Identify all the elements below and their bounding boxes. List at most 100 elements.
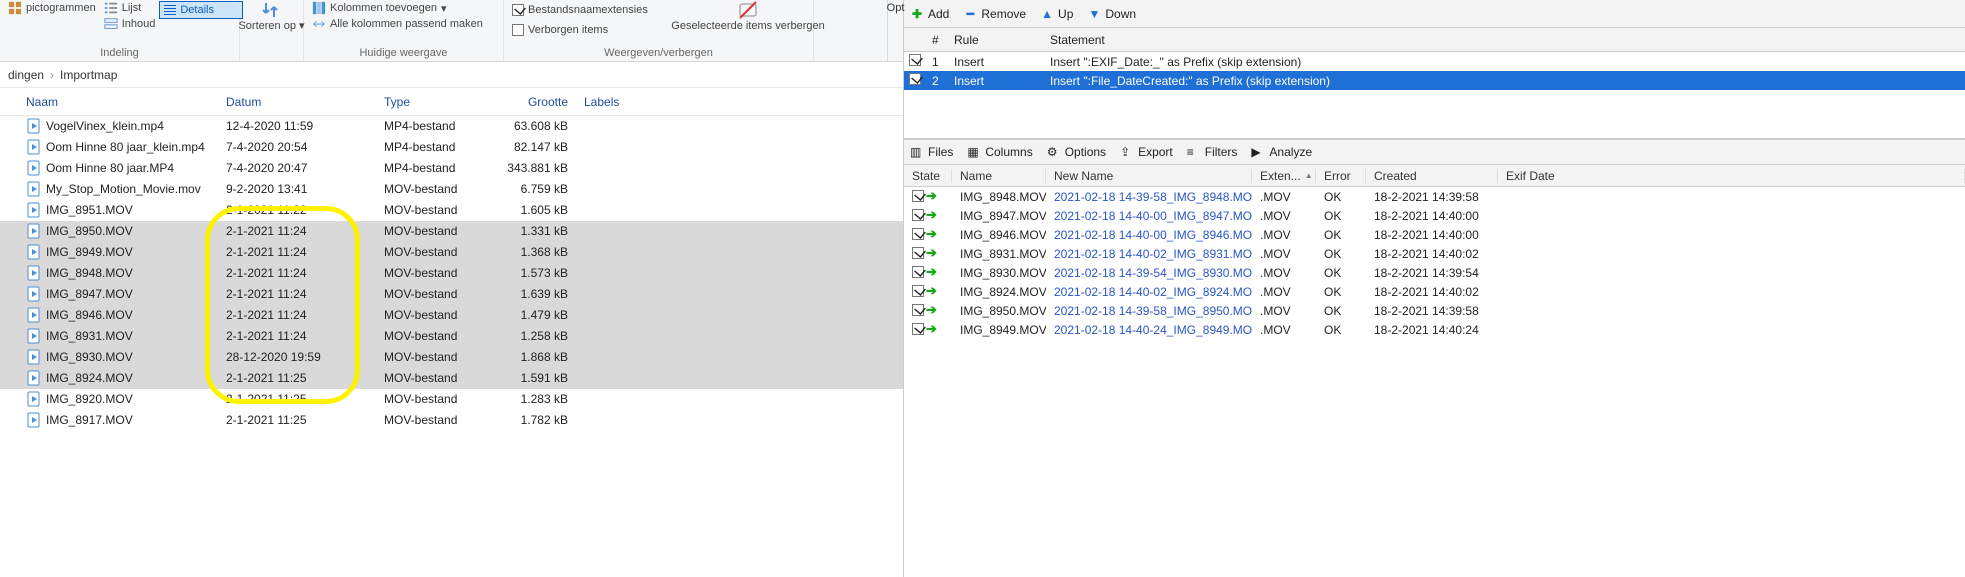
col-state[interactable]: State [904, 169, 952, 183]
file-date: 2-1-2021 11:25 [218, 392, 376, 406]
breadcrumb-item[interactable]: dingen [8, 68, 44, 82]
checkbox-icon[interactable] [912, 209, 924, 221]
col-ext[interactable]: Exten...▲ [1252, 169, 1316, 183]
file-type: MOV-bestand [376, 182, 496, 196]
col-rname[interactable]: Name [952, 169, 1046, 183]
up-button[interactable]: ▲Up [1040, 7, 1073, 21]
result-row[interactable]: ➔IMG_8948.MOV2021-02-18 14-39-58_IMG_894… [904, 187, 1965, 206]
table-row[interactable]: IMG_8931.MOV2-1-2021 11:24MOV-bestand1.2… [0, 326, 903, 347]
checkbox-icon[interactable] [912, 285, 924, 297]
result-row[interactable]: ➔IMG_8946.MOV2021-02-18 14-40-00_IMG_894… [904, 225, 1965, 244]
col-exif[interactable]: Exif Date [1498, 169, 1965, 183]
arrow-up-icon: ▲ [1040, 7, 1054, 21]
ribbon-pictogrammen[interactable]: pictogrammen [4, 0, 100, 16]
table-row[interactable]: IMG_8920.MOV2-1-2021 11:25MOV-bestand1.2… [0, 389, 903, 410]
checkbox-icon [512, 24, 524, 36]
rules-col-num[interactable]: # [926, 33, 954, 47]
ribbon-check-extensions[interactable]: Bestandsnaamextensies [508, 2, 688, 18]
result-row[interactable]: ➔IMG_8947.MOV2021-02-18 14-40-00_IMG_894… [904, 206, 1965, 225]
tab-analyze[interactable]: ▶Analyze [1251, 145, 1312, 159]
table-row[interactable]: IMG_8949.MOV2-1-2021 11:24MOV-bestand1.3… [0, 242, 903, 263]
file-name: IMG_8946.MOV [46, 308, 133, 322]
ribbon-fit-columns[interactable]: Alle kolommen passend maken [308, 16, 499, 32]
table-row[interactable]: IMG_8947.MOV2-1-2021 11:24MOV-bestand1.6… [0, 284, 903, 305]
fit-icon [312, 17, 326, 31]
file-type: MOV-bestand [376, 413, 496, 427]
rules-col-stmt[interactable]: Statement [1050, 33, 1965, 47]
breadcrumb-item[interactable]: Importmap [60, 68, 117, 82]
ribbon-inhoud[interactable]: Inhoud [100, 16, 160, 32]
result-error: OK [1316, 304, 1366, 318]
table-row[interactable]: Oom Hinne 80 jaar.MP47-4-2020 20:47MP4-b… [0, 158, 903, 179]
checkbox-icon[interactable] [909, 73, 921, 85]
result-error: OK [1316, 266, 1366, 280]
table-row[interactable]: IMG_8917.MOV2-1-2021 11:25MOV-bestand1.7… [0, 410, 903, 431]
result-row[interactable]: ➔IMG_8949.MOV2021-02-18 14-40-24_IMG_894… [904, 320, 1965, 339]
file-size: 1.331 kB [496, 224, 576, 238]
result-newname: 2021-02-18 14-40-02_IMG_8924.MOV [1046, 285, 1252, 299]
result-created: 18-2-2021 14:39:58 [1366, 304, 1498, 318]
col-error[interactable]: Error [1316, 169, 1366, 183]
file-type: MP4-bestand [376, 161, 496, 175]
tab-columns[interactable]: ▦Columns [967, 145, 1032, 159]
checkbox-icon[interactable] [912, 190, 924, 202]
result-created: 18-2-2021 14:40:00 [1366, 228, 1498, 242]
table-row[interactable]: Oom Hinne 80 jaar_klein.mp47-4-2020 20:5… [0, 137, 903, 158]
ribbon-check-hidden[interactable]: Verborgen items [508, 22, 688, 38]
remove-button[interactable]: ━Remove [963, 7, 1026, 21]
col-date[interactable]: Datum [218, 95, 376, 109]
ribbon-sort[interactable]: Sorteren op ▾ [244, 0, 299, 38]
table-row[interactable]: IMG_8946.MOV2-1-2021 11:24MOV-bestand1.4… [0, 305, 903, 326]
ribbon-details[interactable]: Details [159, 1, 243, 19]
table-row[interactable]: IMG_8950.MOV2-1-2021 11:24MOV-bestand1.3… [0, 221, 903, 242]
result-created: 18-2-2021 14:40:02 [1366, 285, 1498, 299]
checkbox-icon[interactable] [912, 247, 924, 259]
result-row[interactable]: ➔IMG_8924.MOV2021-02-18 14-40-02_IMG_892… [904, 282, 1965, 301]
ribbon-label: Lijst [122, 2, 142, 14]
tab-export[interactable]: ⇪Export [1120, 145, 1173, 159]
rules-col-rule[interactable]: Rule [954, 33, 1050, 47]
ribbon-options-cut[interactable]: Opt [887, 0, 903, 61]
add-button[interactable]: ✚Add [910, 7, 949, 21]
tab-options[interactable]: ⚙Options [1047, 145, 1106, 159]
table-row[interactable]: IMG_8930.MOV28-12-2020 19:59MOV-bestand1… [0, 347, 903, 368]
icons-icon [8, 1, 22, 15]
video-file-icon [26, 181, 42, 197]
down-button[interactable]: ▼Down [1087, 7, 1136, 21]
col-type[interactable]: Type [376, 95, 496, 109]
table-row[interactable]: VogelVinex_klein.mp412-4-2020 11:59MP4-b… [0, 116, 903, 137]
col-size[interactable]: Grootte [496, 95, 576, 109]
tab-files[interactable]: ▥Files [910, 145, 953, 159]
col-created[interactable]: Created [1366, 169, 1498, 183]
ribbon-lijst[interactable]: Lijst [100, 0, 160, 16]
video-file-icon [26, 118, 42, 134]
table-row[interactable]: My_Stop_Motion_Movie.mov9-2-2020 13:41MO… [0, 179, 903, 200]
table-row[interactable]: IMG_8924.MOV2-1-2021 11:25MOV-bestand1.5… [0, 368, 903, 389]
col-newname[interactable]: New Name [1046, 169, 1252, 183]
file-name: VogelVinex_klein.mp4 [46, 119, 164, 133]
checkbox-icon[interactable] [912, 266, 924, 278]
col-labels[interactable]: Labels [576, 95, 903, 109]
checkbox-icon[interactable] [909, 54, 921, 66]
rule-row[interactable]: 1InsertInsert ":EXIF_Date:_" as Prefix (… [904, 52, 1965, 71]
rules-table: # Rule Statement 1InsertInsert ":EXIF_Da… [904, 28, 1965, 139]
tab-filters[interactable]: ≡Filters [1187, 145, 1238, 159]
result-row[interactable]: ➔IMG_8931.MOV2021-02-18 14-40-02_IMG_893… [904, 244, 1965, 263]
rule-row[interactable]: 2InsertInsert ":File_DateCreated:" as Pr… [904, 71, 1965, 90]
ribbon-hide-selected[interactable]: Geselecteerde items verbergen [688, 0, 808, 38]
col-name[interactable]: Naam [18, 95, 218, 109]
video-file-icon [26, 412, 42, 428]
file-type: MOV-bestand [376, 245, 496, 259]
result-row[interactable]: ➔IMG_8930.MOV2021-02-18 14-39-54_IMG_893… [904, 263, 1965, 282]
video-file-icon [26, 139, 42, 155]
result-row[interactable]: ➔IMG_8950.MOV2021-02-18 14-39-58_IMG_895… [904, 301, 1965, 320]
result-name: IMG_8946.MOV [952, 228, 1046, 242]
ribbon-add-columns[interactable]: Kolommen toevoegen ▾ [308, 0, 499, 16]
table-row[interactable]: IMG_8948.MOV2-1-2021 11:24MOV-bestand1.5… [0, 263, 903, 284]
checkbox-icon[interactable] [912, 323, 924, 335]
checkbox-icon[interactable] [912, 228, 924, 240]
breadcrumb[interactable]: dingen › Importmap [0, 62, 903, 88]
table-row[interactable]: IMG_8951.MOV2-1-2021 11:22MOV-bestand1.6… [0, 200, 903, 221]
file-type: MOV-bestand [376, 287, 496, 301]
checkbox-icon[interactable] [912, 304, 924, 316]
